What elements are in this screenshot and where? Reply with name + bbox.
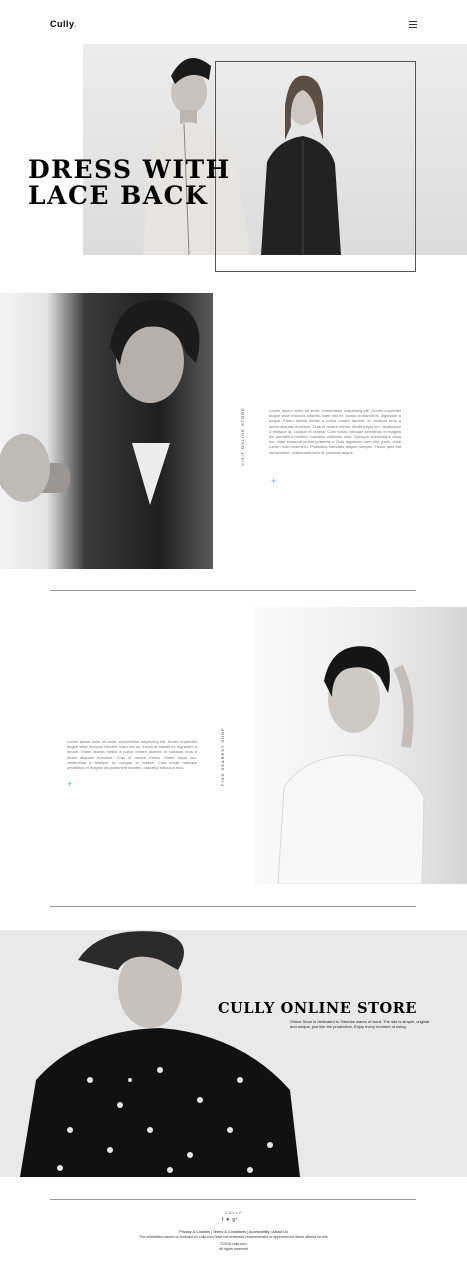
model-photo-floral-shirt xyxy=(0,930,467,1177)
section1-paragraph: Lorem ipsum dolor sit amet, consectetur … xyxy=(269,408,401,455)
section2-paragraph: Lorem ipsum dolor sit amet, consectetur … xyxy=(67,739,197,771)
accessibility-link[interactable]: Accessibility xyxy=(249,1230,270,1234)
hero-title-line1: DRESS WITH xyxy=(28,155,231,184)
divider xyxy=(50,906,416,907)
divider xyxy=(50,590,416,591)
logo[interactable]: Cully. xyxy=(50,19,77,29)
google-plus-icon[interactable]: g⁺ xyxy=(232,1217,237,1224)
model-photo-bowtie xyxy=(254,607,467,884)
hero-frame xyxy=(215,61,416,272)
about-link[interactable]: About Us xyxy=(272,1230,288,1234)
hamburger-menu-icon[interactable] xyxy=(409,21,417,28)
visit-online-store-label[interactable]: VISIT ONLINE STORE xyxy=(240,407,245,466)
store-description: Online Store is dedicated to Siberian wa… xyxy=(290,1019,430,1030)
footer-links: Privacy & Cookies | Terms & Conditions |… xyxy=(179,1230,288,1234)
plus-icon[interactable]: + xyxy=(67,780,72,789)
logo-text: Cully xyxy=(50,19,74,29)
terms-link[interactable]: Terms & Conditions xyxy=(213,1230,246,1234)
privacy-link[interactable]: Privacy & Cookies xyxy=(179,1230,210,1234)
twitter-icon[interactable]: ♥ xyxy=(226,1217,229,1224)
facebook-icon[interactable]: f xyxy=(222,1217,223,1224)
hero-title-line2: LACE BACK xyxy=(28,181,209,210)
logo-dot: . xyxy=(73,19,77,29)
footer-disclaimer: The celebrities named or featured on cul… xyxy=(139,1235,328,1239)
footer-brand: CULLY xyxy=(224,1210,243,1215)
hero-title: DRESS WITH LACE BACK xyxy=(28,157,231,209)
store-title: CULLY ONLINE STORE xyxy=(218,1000,418,1017)
find-nearest-shop-label[interactable]: FIND NEAREST SHOP xyxy=(220,727,225,786)
footer-copyright: ©2016 cully.com All rights reserved xyxy=(0,1242,467,1252)
model-photo-denim xyxy=(0,293,213,569)
social-links: f ♥ g⁺ xyxy=(222,1217,238,1224)
plus-icon[interactable]: + xyxy=(271,477,276,486)
divider xyxy=(50,1199,416,1200)
rights-text: All rights reserved xyxy=(219,1246,248,1251)
